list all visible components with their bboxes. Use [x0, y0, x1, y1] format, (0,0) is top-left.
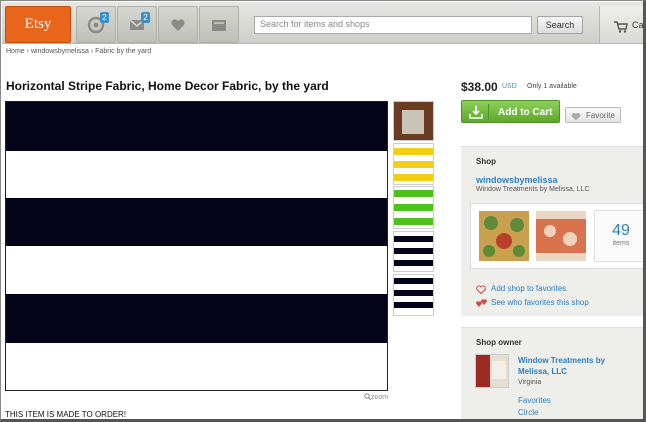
zoom-link[interactable]: zoom	[364, 393, 388, 401]
shop-subtitle: Window Treatments by Melissa, LLC	[476, 186, 590, 193]
fabric-stripe	[6, 102, 387, 151]
heart-outline-icon	[476, 285, 486, 294]
breadcrumb-home[interactable]: Home	[6, 48, 25, 55]
thumb-room-photo[interactable]	[393, 101, 434, 141]
activity-badge: 2	[100, 12, 109, 23]
thumb-swatch	[394, 174, 433, 181]
heart-icon	[171, 19, 185, 31]
fabric-stripe	[6, 294, 387, 343]
nav-shop-button[interactable]	[199, 6, 239, 43]
breadcrumb-separator: ›	[26, 48, 29, 55]
fabric-pattern-image	[479, 211, 529, 261]
see-favorites-label: See who favorites this shop	[491, 298, 589, 307]
thumb-swatch	[394, 248, 433, 254]
favoriters-icon	[476, 299, 487, 307]
thumb-swatch	[394, 204, 433, 211]
button-divider	[488, 104, 489, 120]
thumb-swatch	[394, 218, 433, 225]
add-shop-favorites-label: Add shop to favorites	[491, 284, 567, 293]
breadcrumb-separator: ›	[90, 48, 94, 55]
thumb-swatch	[394, 236, 433, 242]
cart-button[interactable]: Ca	[599, 6, 644, 43]
shop-item-count[interactable]: 49 items	[594, 210, 643, 262]
shop-items-preview: 49 items	[470, 203, 643, 269]
thumb-swatch	[394, 260, 433, 266]
nav-favorites-button[interactable]	[158, 6, 198, 43]
fabric-pattern-image	[536, 211, 586, 261]
shop-name-link[interactable]: windowsbymelissa	[476, 175, 558, 185]
heart-icon	[571, 112, 581, 121]
nav-activity-button[interactable]: 2	[76, 6, 116, 43]
messages-badge: 2	[141, 12, 150, 23]
thumb-black-stripe-1[interactable]	[393, 231, 434, 272]
availability-text: Only 1 available	[527, 83, 577, 90]
cart-label: Ca	[632, 20, 644, 30]
search-button[interactable]: Search	[537, 16, 583, 34]
favorite-label: Favorite	[586, 111, 615, 120]
thumb-swatch	[394, 302, 433, 308]
shop-heading: Shop	[476, 157, 496, 166]
shop-owner-heading: Shop owner	[476, 338, 522, 347]
zoom-label: zoom	[371, 394, 389, 401]
fabric-stripe	[6, 198, 387, 246]
shop-item-thumb-coral[interactable]	[536, 211, 586, 261]
made-to-order-note: THIS ITEM IS MADE TO ORDER!	[5, 410, 127, 419]
add-to-cart-label: Add to Cart	[498, 107, 553, 118]
nav-messages-button[interactable]: 2	[117, 6, 157, 43]
owner-avatar[interactable]	[475, 354, 509, 388]
shop-owner-panel: Shop owner Window Treatments by Melissa,…	[461, 327, 643, 419]
cart-icon	[614, 21, 628, 33]
site-header: Etsy 2 2 Search for items and shops Sear…	[2, 2, 644, 44]
breadcrumb-section[interactable]: Fabric by the yard	[95, 48, 151, 55]
owner-favorites-link[interactable]: Favorites	[518, 396, 551, 405]
thumb-swatch	[394, 290, 433, 296]
shop-item-thumb-green[interactable]	[479, 211, 529, 261]
avatar-image	[476, 355, 508, 387]
browser-frame: Etsy 2 2 Search for items and shops Sear…	[0, 0, 646, 422]
item-count-label: items	[612, 240, 630, 247]
thumb-swatch	[394, 190, 433, 197]
magnifier-icon	[364, 393, 372, 401]
listing-title: Horizontal Stripe Fabric, Home Decor Fab…	[6, 79, 329, 93]
thumb-yellow-stripe[interactable]	[393, 143, 434, 185]
favorite-button[interactable]: Favorite	[565, 107, 621, 123]
shop-panel: Shop windowsbymelissa Window Treatments …	[461, 146, 643, 316]
thumb-green-stripe[interactable]	[393, 186, 434, 229]
item-count-number: 49	[612, 222, 630, 239]
owner-location: Virginia	[518, 379, 542, 386]
thumb-swatch	[394, 148, 433, 155]
thumb-swatch	[394, 278, 433, 284]
etsy-logo[interactable]: Etsy	[5, 6, 71, 43]
owner-name-link[interactable]: Window Treatments by Melissa, LLC	[518, 355, 628, 377]
currency-label[interactable]: USD	[502, 83, 517, 90]
breadcrumb: Home › windowsbymelissa › Fabric by the …	[6, 48, 151, 55]
shop-icon	[212, 20, 226, 31]
add-to-cart-icon	[469, 106, 483, 119]
thumb-window	[402, 110, 424, 134]
listing-price: $38.00	[461, 80, 498, 94]
add-to-cart-button[interactable]: Add to Cart	[461, 100, 560, 123]
search-input[interactable]: Search for items and shops	[254, 16, 532, 34]
thumb-swatch	[394, 161, 433, 168]
owner-circle-link[interactable]: Circle	[518, 408, 538, 417]
main-listing-image[interactable]	[5, 101, 388, 391]
breadcrumb-shop[interactable]: windowsbymelissa	[31, 48, 89, 55]
thumb-black-stripe-2[interactable]	[393, 274, 434, 316]
